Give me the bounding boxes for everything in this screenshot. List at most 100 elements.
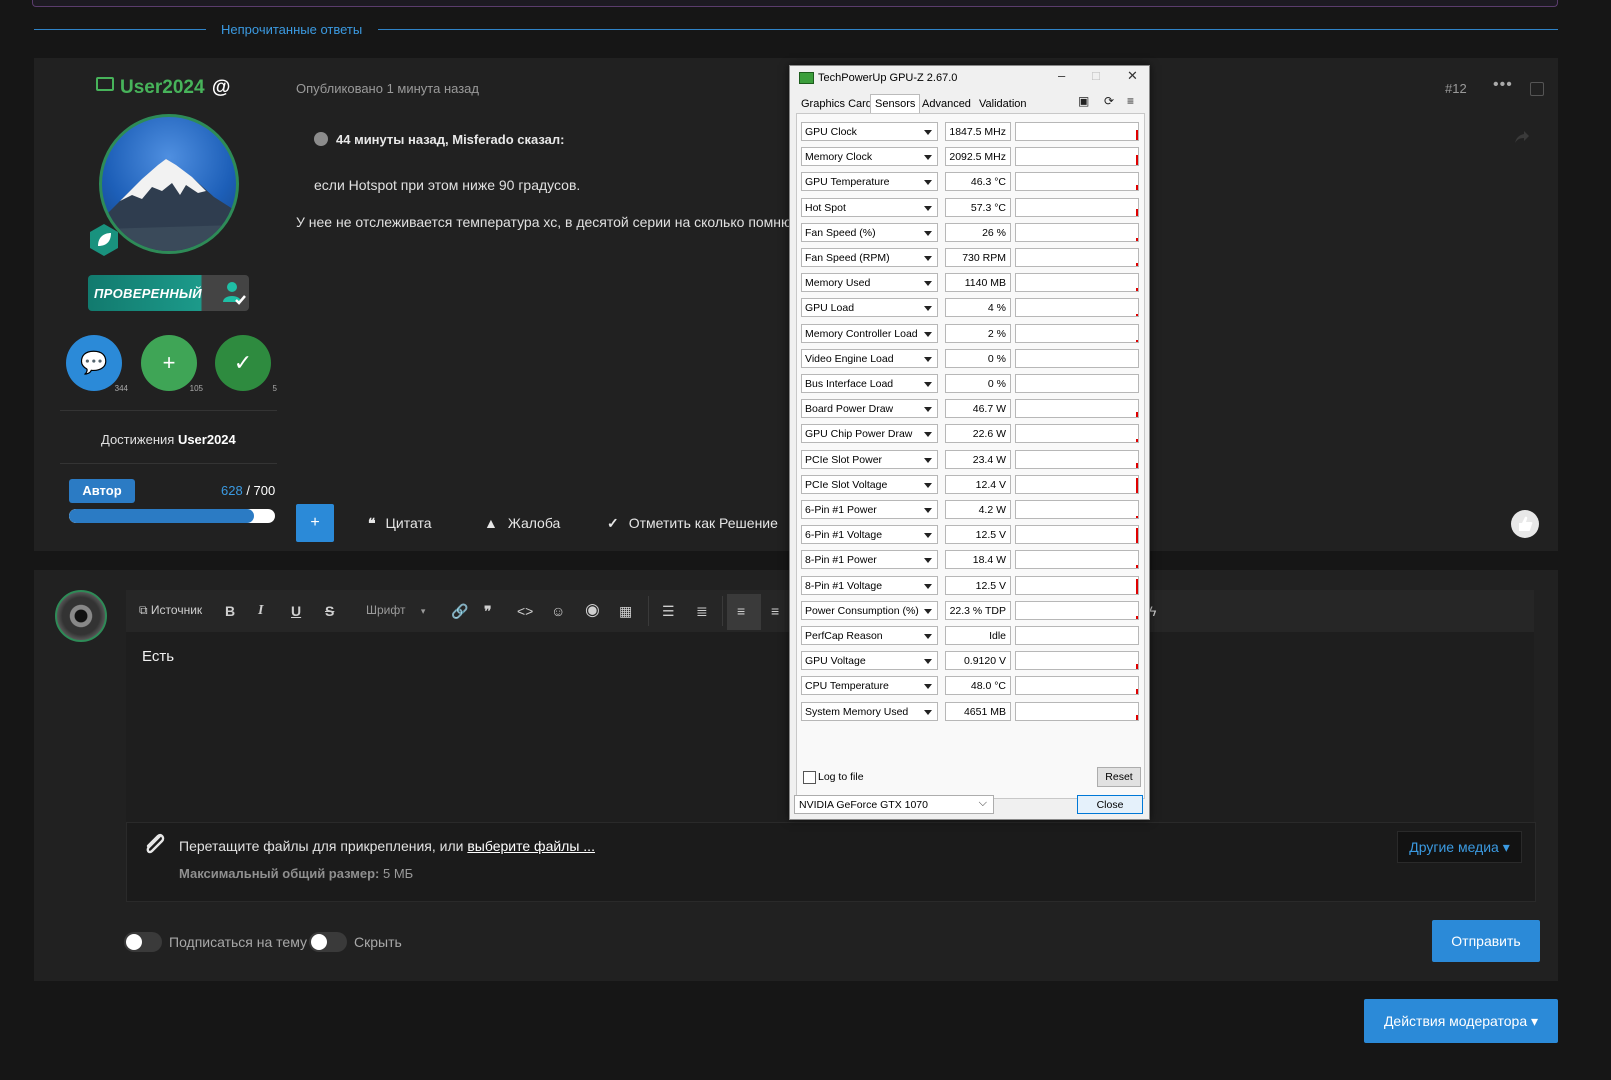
sensor-name-dropdown[interactable]: 6-Pin #1 Voltage	[801, 525, 938, 545]
italic-button[interactable]: I	[258, 603, 263, 619]
report-button[interactable]: ▲ Жалоба	[484, 515, 560, 531]
sensor-name-dropdown[interactable]: GPU Voltage	[801, 651, 938, 671]
spoiler-icon[interactable]: ◉	[585, 600, 600, 620]
minimize-icon[interactable]: –	[1058, 68, 1065, 83]
more-options-icon[interactable]: •••	[1493, 76, 1513, 94]
other-media-button[interactable]: Другие медиа ▾	[1397, 831, 1522, 863]
sensor-name-dropdown[interactable]: 8-Pin #1 Power	[801, 550, 938, 570]
reset-button[interactable]: Reset	[1097, 767, 1141, 787]
sensor-value: 1140 MB	[945, 273, 1011, 293]
bullet-list-icon[interactable]: ☰	[662, 603, 675, 620]
sensor-graph-spike	[1136, 664, 1138, 670]
current-user-avatar[interactable]	[55, 590, 107, 642]
sensor-value: 22.3 % TDP	[945, 600, 1011, 620]
sensor-row: Power Consumption (%) 22.3 % TDP	[801, 600, 1141, 621]
mountain-image	[102, 159, 236, 251]
strikethrough-button[interactable]: S	[325, 603, 334, 619]
sensor-name-dropdown[interactable]: GPU Clock	[801, 122, 938, 141]
underline-button[interactable]: U	[291, 603, 301, 619]
sensor-name-dropdown[interactable]: GPU Load	[801, 298, 938, 318]
sensor-graph-spike	[1136, 130, 1138, 140]
source-icon: ⧉	[139, 603, 148, 617]
moderator-actions-button[interactable]: Действия модератора ▾	[1364, 999, 1558, 1043]
sensor-name-dropdown[interactable]: Fan Speed (RPM)	[801, 248, 938, 267]
camera-icon[interactable]: ▣	[1078, 94, 1089, 108]
multiquote-button[interactable]: +	[296, 504, 334, 542]
quote-button[interactable]: ❝ Цитата	[368, 515, 432, 532]
sensor-value: 46.7 W	[945, 399, 1011, 419]
share-icon[interactable]	[1514, 130, 1530, 144]
quote-insert-icon[interactable]: ❞	[484, 603, 492, 620]
hide-toggle[interactable]	[309, 932, 347, 952]
check-icon: ✓	[607, 515, 619, 531]
gpu-select[interactable]: NVIDIA GeForce GTX 1070	[794, 794, 994, 814]
tab-validation[interactable]: Validation	[979, 98, 1027, 110]
close-icon[interactable]: ✕	[1127, 68, 1138, 84]
gpuz-window[interactable]: TechPowerUp GPU-Z 2.67.0 – □ ✕ Graphics …	[789, 65, 1150, 820]
sensor-row: GPU Temperature 46.3 °C	[801, 172, 1141, 192]
sensor-graph-spike	[1136, 462, 1138, 468]
sensor-name-dropdown[interactable]: Memory Clock	[801, 147, 938, 167]
bold-button[interactable]: B	[225, 603, 235, 619]
sensor-name-dropdown[interactable]: Board Power Draw	[801, 399, 938, 419]
table-icon[interactable]: ▦	[619, 603, 632, 620]
sensor-name-dropdown[interactable]: Hot Spot	[801, 197, 938, 217]
sensor-value: 4651 MB	[945, 701, 1011, 721]
sensor-graph	[1015, 651, 1139, 671]
menu-icon[interactable]: ≡	[1127, 94, 1134, 108]
sensor-name-dropdown[interactable]: Bus Interface Load	[801, 374, 938, 393]
sensor-name-dropdown[interactable]: GPU Chip Power Draw	[801, 424, 938, 444]
sensor-name-dropdown[interactable]: System Memory Used	[801, 701, 938, 721]
sensor-name-dropdown[interactable]: GPU Temperature	[801, 172, 938, 192]
published-time[interactable]: Опубликовано 1 минута назад	[296, 81, 479, 96]
maximize-icon[interactable]: □	[1092, 68, 1100, 83]
reactions-counter[interactable]: +105	[141, 335, 203, 393]
sensor-name-dropdown[interactable]: Fan Speed (%)	[801, 222, 938, 242]
sensor-name-dropdown[interactable]: PCIe Slot Voltage	[801, 474, 938, 494]
attach-instructions: Перетащите файлы для прикрепления, или в…	[179, 838, 595, 854]
align-center-icon[interactable]: ≡	[771, 603, 779, 619]
quote-header[interactable]: 44 минуты назад, Misferado сказал:	[314, 132, 564, 147]
refresh-icon[interactable]: ⟳	[1104, 94, 1114, 108]
choose-files-link[interactable]: выберите файлы ...	[467, 838, 595, 854]
tab-sensors[interactable]: Sensors	[870, 94, 921, 114]
lightning-icon[interactable]: ϟ	[1149, 603, 1156, 619]
select-post-checkbox[interactable]	[1530, 82, 1544, 96]
send-button[interactable]: Отправить	[1432, 920, 1540, 962]
sensor-name-dropdown[interactable]: Memory Controller Load	[801, 323, 938, 343]
sensor-name-dropdown[interactable]: 8-Pin #1 Voltage	[801, 575, 938, 595]
font-dropdown[interactable]: Шрифт ▾	[366, 603, 425, 617]
post-number[interactable]: #12	[1445, 81, 1467, 96]
numbered-list-icon[interactable]: ≣	[696, 603, 708, 620]
log-to-file-checkbox[interactable]	[803, 771, 816, 784]
attachment-dropzone[interactable]	[126, 822, 1536, 902]
achievements-link[interactable]: Достижения User2024	[101, 432, 236, 447]
sensor-name-dropdown[interactable]: 6-Pin #1 Power	[801, 500, 938, 519]
messages-counter[interactable]: 💬 344	[66, 335, 128, 393]
username[interactable]: User2024 @	[96, 77, 230, 99]
emoji-icon[interactable]: ☺	[551, 603, 565, 619]
mark-solution-button[interactable]: ✓ Отметить как Решение	[607, 515, 778, 532]
sensor-name-dropdown[interactable]: Power Consumption (%)	[801, 600, 938, 620]
code-icon[interactable]: <>	[517, 603, 533, 619]
unread-replies-label[interactable]: Непрочитанные ответы	[221, 22, 362, 37]
sensor-name-dropdown[interactable]: PerfCap Reason	[801, 626, 938, 645]
sensor-graph	[1015, 147, 1139, 167]
sensor-name-dropdown[interactable]: PCIe Slot Power	[801, 449, 938, 469]
tab-advanced[interactable]: Advanced	[922, 98, 971, 110]
editor-content[interactable]: Есть	[142, 648, 174, 665]
monitor-icon	[96, 77, 114, 91]
mention-icon[interactable]: @	[212, 77, 231, 98]
divider	[60, 410, 277, 411]
tab-graphics-card[interactable]: Graphics Card	[801, 98, 872, 110]
like-button[interactable]	[1511, 510, 1539, 538]
source-button[interactable]: ⧉ Источник	[139, 603, 202, 618]
sensor-name-dropdown[interactable]: Video Engine Load	[801, 348, 938, 368]
link-icon[interactable]: 🔗	[451, 603, 468, 620]
solutions-counter[interactable]: ✓ 5	[215, 335, 277, 393]
sensor-graph-spike	[1136, 263, 1138, 266]
sensor-name-dropdown[interactable]: Memory Used	[801, 273, 938, 293]
close-button[interactable]: Close	[1077, 795, 1143, 814]
subscribe-toggle[interactable]	[124, 932, 162, 952]
sensor-name-dropdown[interactable]: CPU Temperature	[801, 676, 938, 696]
